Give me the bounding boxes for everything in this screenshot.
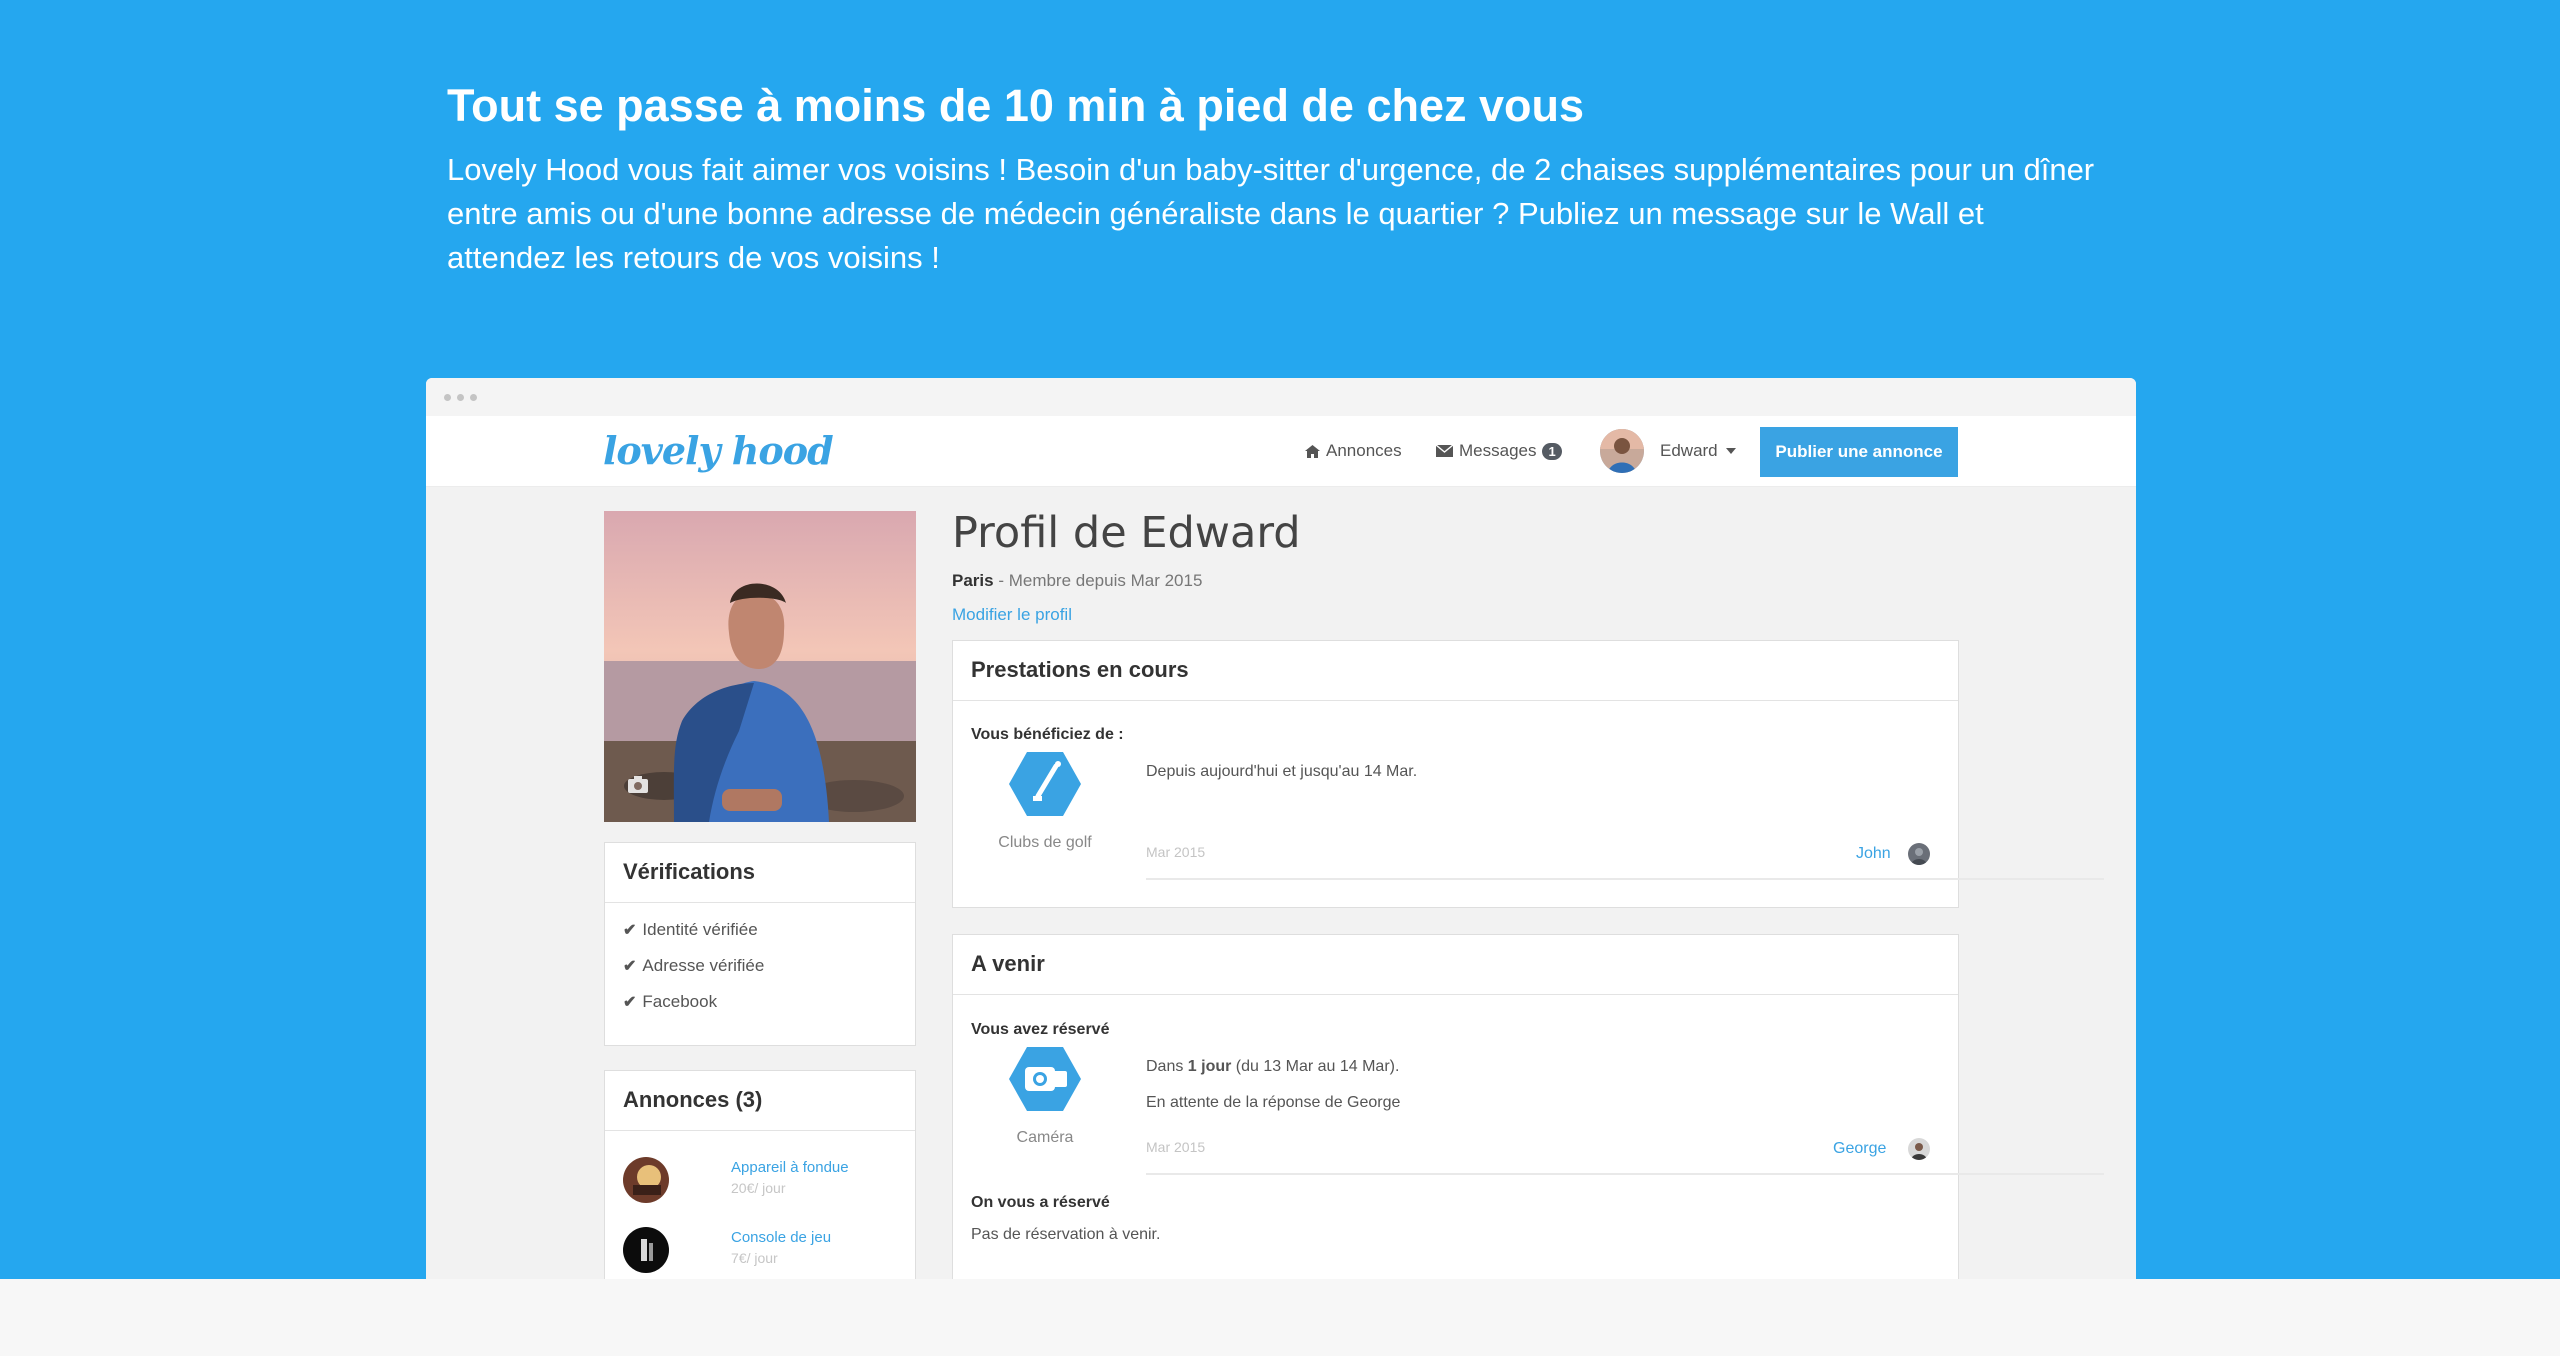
check-icon: ✔: [623, 958, 637, 975]
hero-description: Lovely Hood vous fait aimer vos voisins …: [447, 152, 2095, 275]
divider: [1146, 1173, 2104, 1175]
avenir-card: A venir Vous avez réservé Caméra Dans 1 …: [952, 934, 2104, 1279]
user-menu[interactable]: Edward: [1660, 441, 1736, 461]
verification-label: Identité vérifiée: [642, 920, 758, 939]
reservation-date: Mar 2015: [1146, 1139, 1206, 1155]
annonces-card: Annonces (3) Appareil à fondue 20€/ jour…: [604, 1070, 916, 1279]
home-icon: [1305, 444, 1320, 458]
verification-item: ✔ Facebook: [623, 992, 717, 1012]
check-icon: ✔: [623, 994, 637, 1011]
top-navbar: lovely hood Annonces Messages 1 Edward P…: [426, 416, 2136, 487]
logo[interactable]: lovely hood: [603, 428, 834, 473]
nav-annonces-label: Annonces: [1326, 441, 1402, 460]
annonce-title[interactable]: Appareil à fondue: [731, 1159, 849, 1176]
edit-profile-link[interactable]: Modifier le profil: [952, 605, 1072, 625]
prestation-detail: Depuis aujourd'hui et jusqu'au 14 Mar.: [1146, 763, 1418, 780]
annonce-title[interactable]: Console de jeu: [731, 1229, 831, 1246]
reservation-user-link[interactable]: George: [1833, 1140, 1886, 1158]
verifications-card: Vérifications ✔ Identité vérifiée ✔ Adre…: [604, 842, 916, 1046]
nav-annonces[interactable]: Annonces: [1305, 441, 1402, 461]
prestation-date: Mar 2015: [1146, 844, 1206, 860]
reservation-status: En attente de la réponse de George: [1146, 1094, 1401, 1111]
profile-city: Paris: [952, 571, 994, 590]
hero-section: Tout se passe à moins de 10 min à pied d…: [0, 0, 2560, 1279]
prestation-item-label: Clubs de golf: [998, 834, 1092, 851]
reservation-duration: 1 jour: [1187, 1058, 1232, 1075]
received-reservations-title: On vous a réservé: [971, 1194, 1110, 1211]
nav-messages[interactable]: Messages 1: [1436, 441, 1562, 461]
camera-icon: [1009, 1047, 1081, 1111]
chevron-down-icon: [1725, 448, 1736, 454]
prestation-user-link[interactable]: John: [1856, 845, 1891, 863]
annonce-thumbnail: [623, 1157, 669, 1203]
prestation-item-icon[interactable]: [1009, 752, 1081, 816]
envelope-icon: [1436, 445, 1453, 457]
annonce-price: 20€/ jour: [731, 1180, 786, 1196]
verification-item: ✔ Adresse vérifiée: [623, 956, 764, 976]
annonce-thumbnail: [623, 1227, 669, 1273]
reservation-detail-prefix: Dans: [1146, 1058, 1188, 1075]
avatar[interactable]: [1908, 1138, 1930, 1160]
avenir-subtitle: Vous avez réservé: [971, 1021, 1110, 1038]
divider: [1146, 878, 2104, 880]
reservation-item-label: Caméra: [1016, 1129, 1074, 1146]
reservation-detail: Dans 1 jour (du 13 Mar au 14 Mar).: [1146, 1058, 1399, 1076]
hero-title: Tout se passe à moins de 10 min à pied d…: [447, 80, 1585, 131]
user-menu-name: Edward: [1660, 441, 1718, 460]
reservation-detail-suffix: (du 13 Mar au 14 Mar).: [1231, 1058, 1400, 1075]
prestations-title: Prestations en cours: [953, 641, 1958, 701]
verification-label: Facebook: [642, 992, 718, 1011]
browser-title-bar: [426, 378, 2136, 416]
page-title: Profil de Edward: [952, 508, 1301, 558]
verification-item: ✔ Identité vérifiée: [623, 920, 758, 940]
nav-messages-label: Messages: [1459, 441, 1537, 460]
member-since: - Membre depuis Mar 2015: [993, 571, 1203, 590]
check-icon: ✔: [623, 922, 637, 939]
messages-count-badge: 1: [1542, 442, 1562, 460]
browser-mockup: lovely hood Annonces Messages 1 Edward P…: [426, 378, 2136, 1279]
annonces-title: Annonces (3): [605, 1071, 915, 1131]
received-reservations-text: Pas de réservation à venir.: [971, 1226, 1161, 1243]
window-dot: [444, 394, 451, 401]
prestations-card: Prestations en cours Vous bénéficiez de …: [952, 640, 2104, 908]
verifications-title: Vérifications: [605, 843, 915, 903]
publish-ad-button[interactable]: Publier une annonce: [1760, 427, 1958, 477]
window-dot: [457, 394, 464, 401]
prestations-subtitle: Vous bénéficiez de :: [971, 726, 1124, 743]
annonce-price: 7€/ jour: [731, 1250, 778, 1266]
avenir-title: A venir: [953, 935, 1958, 995]
profile-photo: [604, 511, 916, 822]
profile-meta: Paris - Membre depuis Mar 2015: [952, 571, 1202, 591]
window-dot: [470, 394, 477, 401]
reservation-item-icon[interactable]: [1009, 1047, 1081, 1111]
verification-label: Adresse vérifiée: [642, 956, 765, 975]
user-avatar[interactable]: [1600, 429, 1644, 473]
avatar[interactable]: [1908, 843, 1930, 865]
golf-club-icon: [1009, 752, 1081, 816]
